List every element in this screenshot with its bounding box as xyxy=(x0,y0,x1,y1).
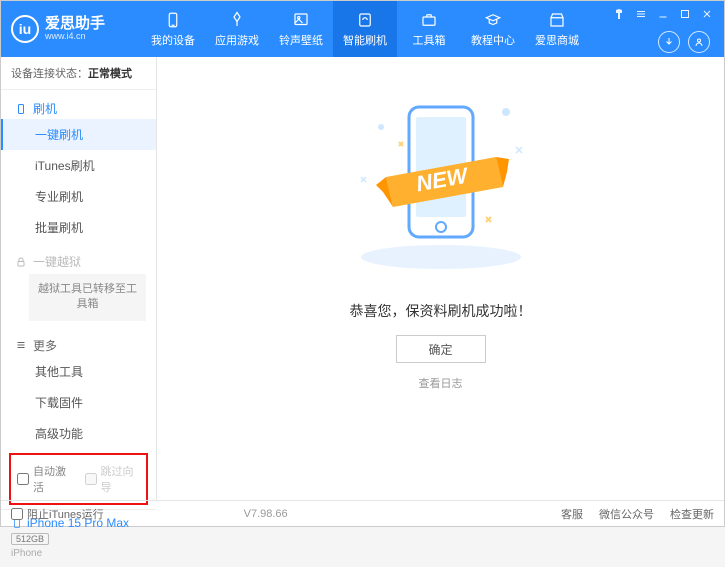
rocket-icon xyxy=(227,10,247,30)
image-icon xyxy=(291,10,311,30)
app-header: iu 爱思助手 www.i4.cn 我的设备 应用游戏 铃声壁纸 智能刷机 xyxy=(1,1,724,57)
sidebar-item-other-tools[interactable]: 其他工具 xyxy=(1,356,156,387)
sidebar-item-oneclick-flash[interactable]: 一键刷机 xyxy=(1,119,156,150)
user-button[interactable] xyxy=(688,31,710,53)
briefcase-icon xyxy=(419,10,439,30)
app-subtitle: www.i4.cn xyxy=(45,32,105,42)
section-jailbreak: 一键越狱 xyxy=(1,247,156,272)
footer-support[interactable]: 客服 xyxy=(561,506,583,522)
nav-label: 教程中心 xyxy=(471,32,515,48)
section-label: 更多 xyxy=(33,337,57,354)
download-button[interactable] xyxy=(658,31,680,53)
nav-toolbox[interactable]: 工具箱 xyxy=(397,1,461,57)
cb-label: 阻止iTunes运行 xyxy=(27,506,104,522)
maximize-icon[interactable] xyxy=(678,7,692,21)
checkbox-skip-setup[interactable]: 跳过向导 xyxy=(85,463,141,495)
sidebar-item-download-firmware[interactable]: 下载固件 xyxy=(1,387,156,418)
nav-label: 智能刷机 xyxy=(343,32,387,48)
menu-icon[interactable] xyxy=(634,7,648,21)
status-value: 正常模式 xyxy=(88,68,132,80)
section-flash[interactable]: 刷机 xyxy=(1,94,156,119)
nav-apps-games[interactable]: 应用游戏 xyxy=(205,1,269,57)
minimize-icon[interactable] xyxy=(656,7,670,21)
logo: iu 爱思助手 www.i4.cn xyxy=(11,15,141,43)
sidebar-item-batch-flash[interactable]: 批量刷机 xyxy=(1,212,156,243)
footer-wechat[interactable]: 微信公众号 xyxy=(599,506,654,522)
cb-label: 自动激活 xyxy=(33,463,73,495)
cb-label: 跳过向导 xyxy=(101,463,141,495)
checkbox-auto-activate[interactable]: 自动激活 xyxy=(17,463,73,495)
ok-button[interactable]: 确定 xyxy=(396,335,486,363)
graduation-icon xyxy=(483,10,503,30)
nav-my-device[interactable]: 我的设备 xyxy=(141,1,205,57)
section-more[interactable]: 更多 xyxy=(1,331,156,356)
refresh-icon xyxy=(355,10,375,30)
app-version: V7.98.66 xyxy=(244,508,288,520)
success-illustration: NEW xyxy=(331,87,551,287)
main-content: NEW 恭喜您，保资料刷机成功啦！ 确定 查看日志 xyxy=(157,57,724,500)
lock-icon xyxy=(15,256,27,268)
checkbox-highlight-box: 自动激活 跳过向导 xyxy=(9,453,148,505)
nav-label: 铃声壁纸 xyxy=(279,32,323,48)
sidebar-item-pro-flash[interactable]: 专业刷机 xyxy=(1,181,156,212)
device-status: 设备连接状态：正常模式 xyxy=(1,57,156,90)
nav-ringtones[interactable]: 铃声壁纸 xyxy=(269,1,333,57)
success-message: 恭喜您，保资料刷机成功啦！ xyxy=(350,301,532,321)
footer-check-update[interactable]: 检查更新 xyxy=(670,506,714,522)
nav-label: 我的设备 xyxy=(151,32,195,48)
logo-icon: iu xyxy=(11,15,39,43)
section-label: 一键越狱 xyxy=(33,253,81,270)
jailbreak-note: 越狱工具已转移至工具箱 xyxy=(29,274,146,321)
device-type: iPhone xyxy=(11,548,146,559)
nav-label: 工具箱 xyxy=(413,32,446,48)
nav-label: 爱思商城 xyxy=(535,32,579,48)
phone-icon xyxy=(163,10,183,30)
close-icon[interactable] xyxy=(700,7,714,21)
nav-flash[interactable]: 智能刷机 xyxy=(333,1,397,57)
view-log-link[interactable]: 查看日志 xyxy=(419,375,463,391)
nav-store[interactable]: 爱思商城 xyxy=(525,1,589,57)
top-nav: 我的设备 应用游戏 铃声壁纸 智能刷机 工具箱 教程中心 xyxy=(141,1,589,57)
header-actions xyxy=(658,31,710,53)
footer: 阻止iTunes运行 V7.98.66 客服 微信公众号 检查更新 xyxy=(1,500,724,526)
phone-icon xyxy=(15,103,27,115)
section-label: 刷机 xyxy=(33,100,57,117)
store-icon xyxy=(547,10,567,30)
sidebar: 设备连接状态：正常模式 刷机 一键刷机 iTunes刷机 专业刷机 批量刷机 一… xyxy=(1,57,157,500)
nav-tutorials[interactable]: 教程中心 xyxy=(461,1,525,57)
skin-icon[interactable] xyxy=(612,7,626,21)
sidebar-item-itunes-flash[interactable]: iTunes刷机 xyxy=(1,150,156,181)
sidebar-item-advanced[interactable]: 高级功能 xyxy=(1,418,156,449)
device-storage: 512GB xyxy=(11,533,49,545)
checkbox-block-itunes[interactable]: 阻止iTunes运行 xyxy=(11,506,104,522)
status-label: 设备连接状态： xyxy=(11,68,88,80)
list-icon xyxy=(15,339,27,351)
app-title: 爱思助手 xyxy=(45,16,105,33)
window-controls xyxy=(612,7,714,21)
nav-label: 应用游戏 xyxy=(215,32,259,48)
